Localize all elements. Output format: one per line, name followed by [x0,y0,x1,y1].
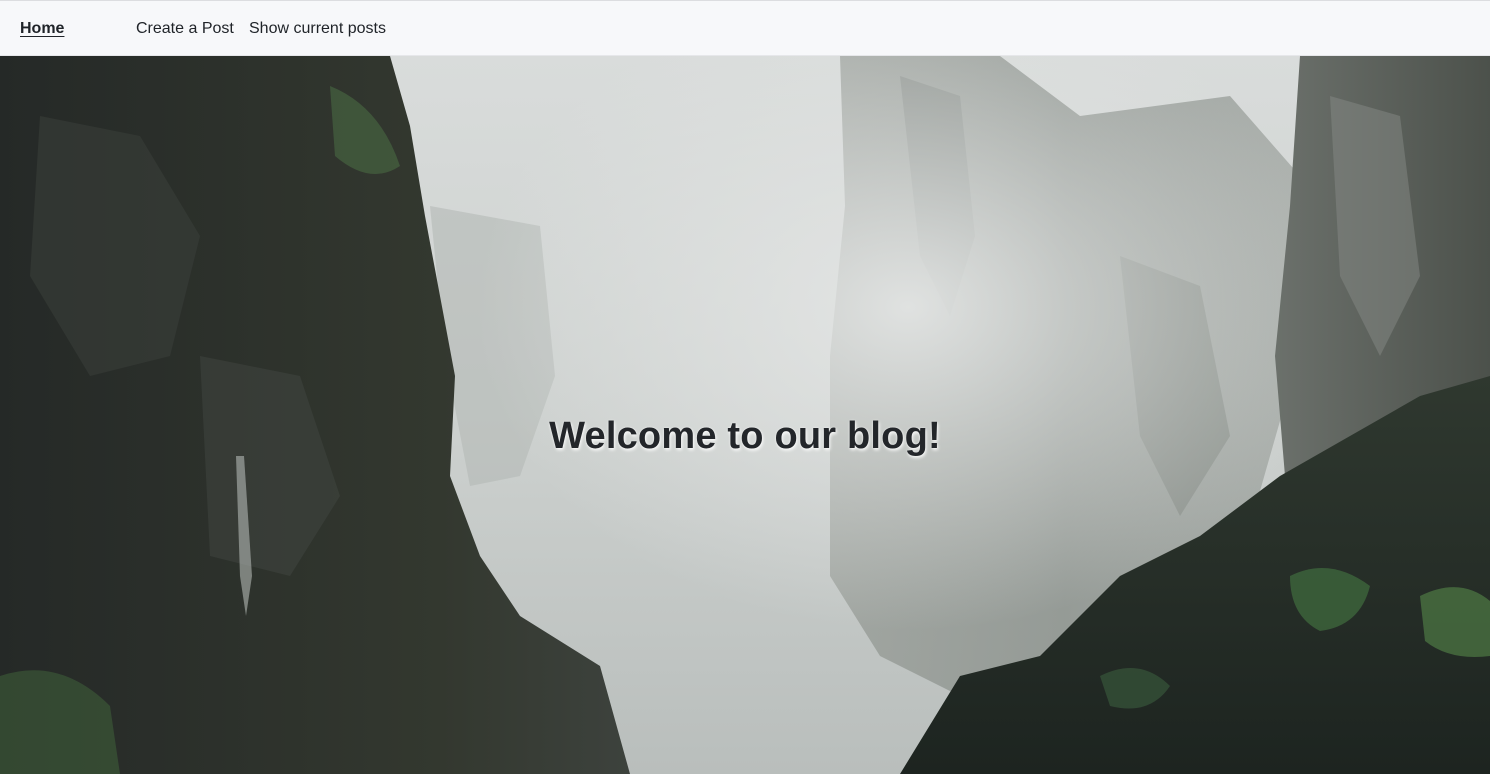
show-posts-link[interactable]: Show current posts [249,20,386,38]
create-post-link[interactable]: Create a Post [136,20,234,38]
home-link[interactable]: Home [20,20,64,38]
hero-banner: Welcome to our blog! [0,56,1490,774]
hero-title: Welcome to our blog! [549,415,941,458]
page: Home Create a Post Show current posts We… [0,0,1490,774]
navbar: Home Create a Post Show current posts [0,0,1490,56]
